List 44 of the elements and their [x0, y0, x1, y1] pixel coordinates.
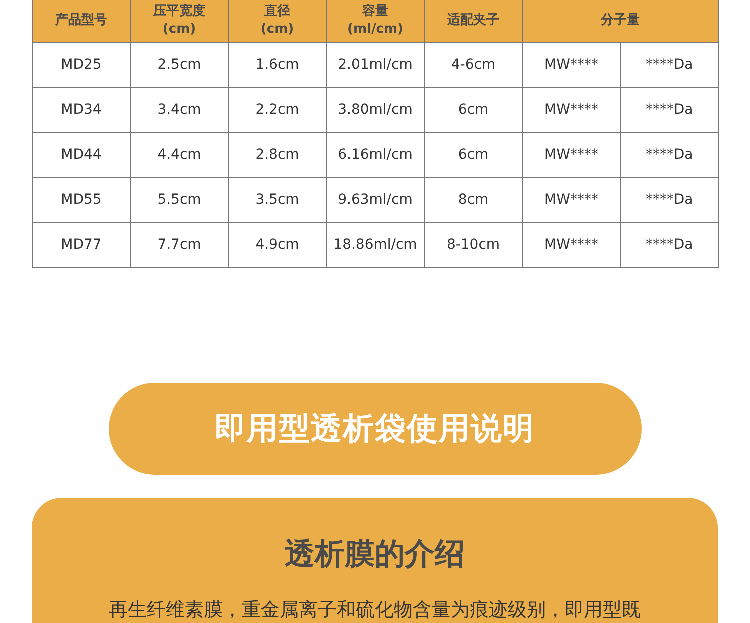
table-cell: ****Da [620, 88, 718, 132]
table-cell: 4.9cm [228, 222, 326, 268]
table-cell: 3.4cm [130, 88, 228, 132]
column-header: 分子量 [522, 0, 718, 42]
table-cell: 9.63ml/cm [326, 178, 424, 222]
table-cell: MD44 [32, 132, 130, 178]
table-cell: MD25 [32, 42, 130, 88]
table-cell: ****Da [620, 132, 718, 178]
table-cell: ****Da [620, 42, 718, 88]
table-cell: MW**** [522, 222, 620, 268]
table-cell: 2.01ml/cm [326, 42, 424, 88]
table-cell: 1.6cm [228, 42, 326, 88]
column-header: 产品型号 [32, 0, 130, 42]
table-cell: MD55 [32, 178, 130, 222]
instructions-banner: 即用型透析袋使用说明 [108, 383, 642, 475]
table-cell: 18.86ml/cm [326, 222, 424, 268]
table-cell: MW**** [522, 42, 620, 88]
table-cell: 5.5cm [130, 178, 228, 222]
column-header: 适配夹子 [424, 0, 522, 42]
table-cell: 2.8cm [228, 132, 326, 178]
table-cell: MW**** [522, 88, 620, 132]
table-cell: MW**** [522, 132, 620, 178]
table-cell: 2.5cm [130, 42, 228, 88]
table-cell: MD34 [32, 88, 130, 132]
table-cell: 8cm [424, 178, 522, 222]
table-cell: MD77 [32, 222, 130, 268]
table-cell: ****Da [620, 222, 718, 268]
table-cell: 4.4cm [130, 132, 228, 178]
table-cell: 2.2cm [228, 88, 326, 132]
table-cell: 3.5cm [228, 178, 326, 222]
table-cell: 6cm [424, 88, 522, 132]
column-header: 容量 (ml/cm) [326, 0, 424, 42]
table-cell: 3.80ml/cm [326, 88, 424, 132]
table-cell: ****Da [620, 178, 718, 222]
table-cell: 4-6cm [424, 42, 522, 88]
table-cell: MW**** [522, 178, 620, 222]
table-cell: 8-10cm [424, 222, 522, 268]
column-header: 直径 (cm) [228, 0, 326, 42]
table-cell: 6.16ml/cm [326, 132, 424, 178]
section-text: 再生纤维素膜，重金属离子和硫化物含量为痕迹级别，即用型既 [109, 598, 641, 623]
table-cell: 6cm [424, 132, 522, 178]
section-title: 透析膜的介绍 [285, 536, 465, 574]
table-cell: 7.7cm [130, 222, 228, 268]
column-header: 压平宽度 (cm) [130, 0, 228, 42]
